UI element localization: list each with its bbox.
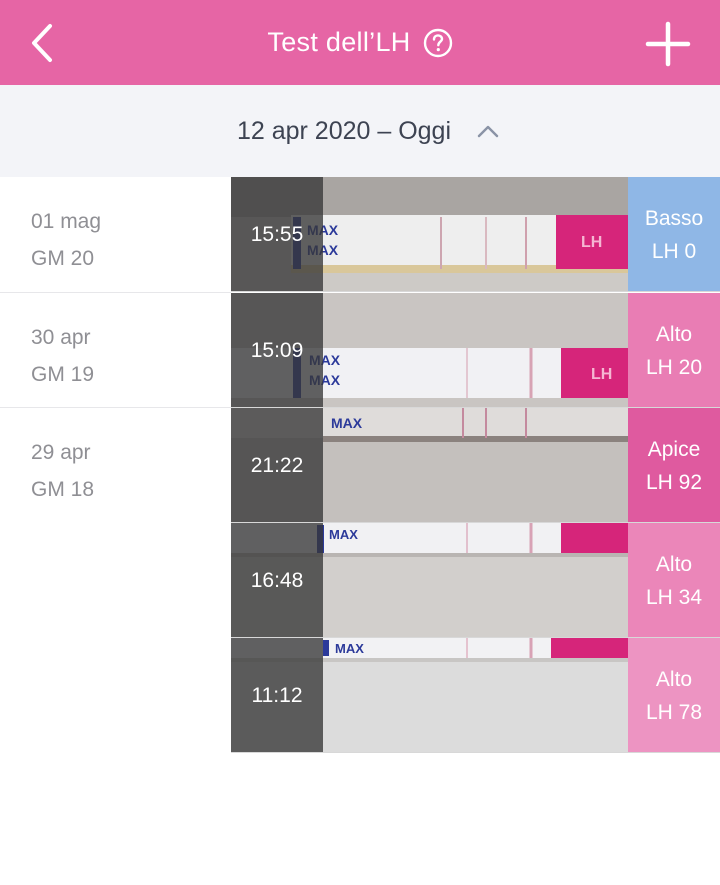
- strip-brand-text: LH: [581, 234, 602, 251]
- test-time: 15:55: [231, 177, 323, 291]
- test-time: 16:48: [231, 523, 323, 637]
- add-test-button[interactable]: [638, 14, 698, 74]
- plus-icon: [645, 21, 691, 67]
- question-circle-icon[interactable]: [423, 28, 453, 58]
- day-date: 01 mag: [31, 210, 102, 233]
- day-header: 29 apr GM 18: [0, 408, 231, 754]
- test-time: 15:09: [231, 293, 323, 407]
- result-value: LH 0: [651, 239, 697, 263]
- result-badge: Apice LH 92: [628, 408, 720, 522]
- result-value: LH 34: [645, 585, 703, 609]
- strip-marker-text: MAX: [329, 527, 358, 542]
- test-row[interactable]: MAX MAX LH 15:55 Basso LH 0: [231, 177, 720, 292]
- day-cycle: GM 20: [31, 247, 95, 270]
- strip-marker-text: MAX: [335, 641, 364, 656]
- back-button[interactable]: [20, 14, 70, 70]
- day-header: 30 apr GM 19: [0, 293, 231, 408]
- day-date: 30 apr: [31, 326, 91, 349]
- result-level: Apice: [647, 437, 701, 461]
- day-header: 01 mag GM 20: [0, 177, 231, 293]
- strip-brand-text: LH: [591, 366, 612, 383]
- day-cycle: GM 18: [31, 478, 95, 501]
- result-badge: Alto LH 34: [628, 523, 720, 637]
- strip-marker-text: MAX: [331, 415, 363, 431]
- day-cycle: GM 19: [31, 363, 95, 386]
- page-title: Test dell’LH: [267, 27, 411, 57]
- title-area: Test dell’LH: [0, 0, 720, 85]
- result-badge: Alto LH 20: [628, 293, 720, 407]
- result-level: Alto: [655, 552, 693, 576]
- result-level: Basso: [644, 206, 704, 230]
- test-row[interactable]: MAX 11:12 Alto LH 78: [231, 638, 720, 753]
- test-row[interactable]: MAX 16:48 Alto LH 34: [231, 523, 720, 638]
- day-date: 29 apr: [31, 441, 91, 464]
- result-value: LH 20: [645, 355, 703, 379]
- date-range-selector[interactable]: 12 apr 2020 – Oggi: [0, 85, 720, 177]
- test-row[interactable]: MAX 21:22 Apice LH 92: [231, 408, 720, 523]
- result-level: Alto: [655, 322, 693, 346]
- app-header: Test dell’LH: [0, 0, 720, 85]
- test-time: 21:22: [231, 408, 323, 522]
- date-range-label: 12 apr 2020 – Oggi: [236, 116, 452, 145]
- result-value: LH 92: [645, 470, 703, 494]
- chevron-left-icon: [32, 24, 52, 62]
- result-value: LH 78: [645, 700, 703, 724]
- result-badge: Basso LH 0: [628, 177, 720, 291]
- test-time: 11:12: [231, 638, 323, 752]
- result-level: Alto: [655, 667, 693, 691]
- result-badge: Alto LH 78: [628, 638, 720, 752]
- test-row[interactable]: MAX MAX LH 15:09 Alto LH 20: [231, 293, 720, 408]
- chevron-up-icon: [477, 125, 499, 138]
